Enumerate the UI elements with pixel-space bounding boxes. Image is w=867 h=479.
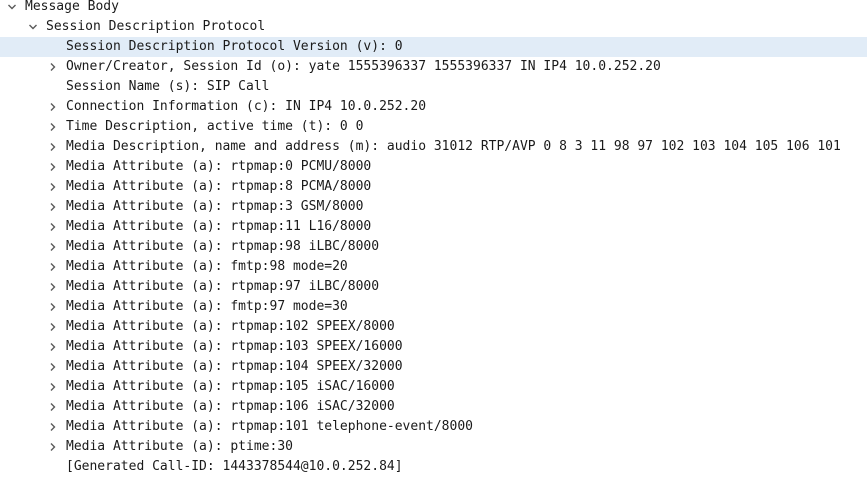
tree-node-field[interactable]: Media Attribute (a): rtpmap:102 SPEEX/80… <box>0 317 867 337</box>
tree-node-message-body[interactable]: Message Body <box>0 0 867 17</box>
chevron-right-icon[interactable] <box>45 117 61 137</box>
tree-node-label: Media Attribute (a): rtpmap:102 SPEEX/80… <box>66 319 395 334</box>
tree-node-label: Media Attribute (a): fmtp:98 mode=20 <box>66 259 348 274</box>
tree-node-label: Session Description Protocol Version (v)… <box>66 39 403 54</box>
tree-node-field[interactable]: Media Attribute (a): rtpmap:103 SPEEX/16… <box>0 337 867 357</box>
tree-node-label: Media Attribute (a): rtpmap:98 iLBC/8000 <box>66 239 380 254</box>
chevron-right-icon[interactable] <box>45 57 61 77</box>
tree-node-field[interactable]: Media Attribute (a): rtpmap:105 iSAC/160… <box>0 377 867 397</box>
tree-node-field[interactable]: Media Attribute (a): fmtp:98 mode=20 <box>0 257 867 277</box>
tree-node-field[interactable]: Session Name (s): SIP Call <box>0 77 867 97</box>
tree-node-label: Connection Information (c): IN IP4 10.0.… <box>66 99 427 114</box>
tree-node-label: Media Attribute (a): rtpmap:97 iLBC/8000 <box>66 279 380 294</box>
tree-node-label: Media Attribute (a): rtpmap:11 L16/8000 <box>66 219 372 234</box>
tree-node-label: Media Attribute (a): rtpmap:103 SPEEX/16… <box>66 339 403 354</box>
tree-node-label: [Generated Call-ID: 1443378544@10.0.252.… <box>66 459 403 474</box>
chevron-right-icon[interactable] <box>45 397 61 417</box>
tree-node-field[interactable]: Media Attribute (a): rtpmap:98 iLBC/8000 <box>0 237 867 257</box>
chevron-right-icon[interactable] <box>45 177 61 197</box>
chevron-right-icon[interactable] <box>45 237 61 257</box>
tree-node-field[interactable]: Media Attribute (a): rtpmap:11 L16/8000 <box>0 217 867 237</box>
chevron-right-icon[interactable] <box>45 357 61 377</box>
chevron-down-icon[interactable] <box>4 0 20 17</box>
chevron-right-icon[interactable] <box>45 97 61 117</box>
tree-node-label: Session Description Protocol <box>46 19 266 34</box>
tree-node-field[interactable]: Media Attribute (a): rtpmap:101 telephon… <box>0 417 867 437</box>
tree-node-field[interactable]: Media Attribute (a): rtpmap:0 PCMU/8000 <box>0 157 867 177</box>
tree-node-label: Media Attribute (a): rtpmap:0 PCMU/8000 <box>66 159 372 174</box>
tree-node-label: Media Attribute (a): fmtp:97 mode=30 <box>66 299 348 314</box>
packet-details-tree: Message Body Session Description Protoco… <box>0 0 867 479</box>
chevron-right-icon[interactable] <box>45 337 61 357</box>
chevron-right-icon[interactable] <box>45 277 61 297</box>
tree-node-label: Media Attribute (a): rtpmap:105 iSAC/160… <box>66 379 395 394</box>
tree-node-sdp[interactable]: Session Description Protocol <box>0 17 867 37</box>
tree-node-field[interactable]: Media Attribute (a): rtpmap:106 iSAC/320… <box>0 397 867 417</box>
tree-node-field[interactable]: Media Attribute (a): ptime:30 <box>0 437 867 457</box>
tree-node-label: Media Attribute (a): rtpmap:8 PCMA/8000 <box>66 179 372 194</box>
tree-node-label: Media Attribute (a): rtpmap:106 iSAC/320… <box>66 399 395 414</box>
chevron-right-icon[interactable] <box>45 297 61 317</box>
tree-node-field[interactable]: Media Description, name and address (m):… <box>0 137 867 157</box>
tree-node-field[interactable]: Media Attribute (a): rtpmap:3 GSM/8000 <box>0 197 867 217</box>
tree-node-field[interactable]: Time Description, active time (t): 0 0 <box>0 117 867 137</box>
tree-node-field[interactable]: Media Attribute (a): rtpmap:8 PCMA/8000 <box>0 177 867 197</box>
tree-node-field[interactable]: [Generated Call-ID: 1443378544@10.0.252.… <box>0 457 867 477</box>
chevron-right-icon[interactable] <box>45 377 61 397</box>
tree-node-field[interactable]: Media Attribute (a): rtpmap:104 SPEEX/32… <box>0 357 867 377</box>
chevron-down-icon[interactable] <box>25 17 41 37</box>
tree-node-label: Media Attribute (a): ptime:30 <box>66 439 293 454</box>
chevron-right-icon[interactable] <box>45 317 61 337</box>
chevron-right-icon[interactable] <box>45 217 61 237</box>
tree-node-label: Media Description, name and address (m):… <box>66 139 841 154</box>
chevron-right-icon[interactable] <box>45 137 61 157</box>
tree-node-field[interactable]: Owner/Creator, Session Id (o): yate 1555… <box>0 57 867 77</box>
chevron-right-icon[interactable] <box>45 417 61 437</box>
tree-node-label: Media Attribute (a): rtpmap:104 SPEEX/32… <box>66 359 403 374</box>
chevron-right-icon[interactable] <box>45 437 61 457</box>
tree-node-field[interactable]: Connection Information (c): IN IP4 10.0.… <box>0 97 867 117</box>
tree-node-label: Owner/Creator, Session Id (o): yate 1555… <box>66 59 661 74</box>
tree-node-field[interactable]: Session Description Protocol Version (v)… <box>0 37 867 57</box>
chevron-right-icon[interactable] <box>45 157 61 177</box>
tree-node-label: Message Body <box>25 0 119 14</box>
tree-node-label: Media Attribute (a): rtpmap:3 GSM/8000 <box>66 199 364 214</box>
tree-node-field[interactable]: Media Attribute (a): fmtp:97 mode=30 <box>0 297 867 317</box>
tree-node-label: Media Attribute (a): rtpmap:101 telephon… <box>66 419 473 434</box>
tree-node-label: Session Name (s): SIP Call <box>66 79 270 94</box>
chevron-right-icon[interactable] <box>45 197 61 217</box>
chevron-right-icon[interactable] <box>45 257 61 277</box>
tree-node-field[interactable]: Media Attribute (a): rtpmap:97 iLBC/8000 <box>0 277 867 297</box>
tree-node-label: Time Description, active time (t): 0 0 <box>66 119 364 134</box>
